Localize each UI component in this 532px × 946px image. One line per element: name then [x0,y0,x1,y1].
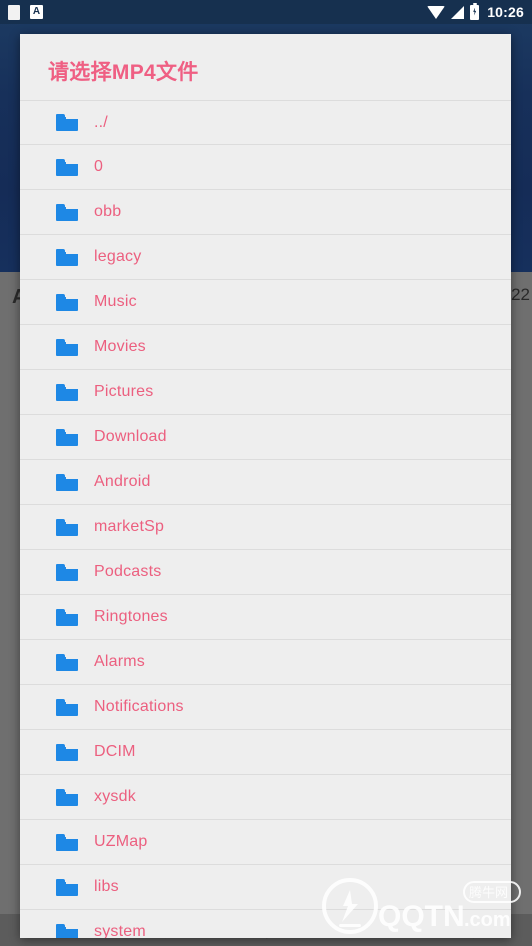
file-list-item-label: UZMap [94,833,148,850]
file-list-item-label: Movies [94,338,146,355]
folder-icon [56,833,78,851]
status-bar-notifications: A [8,0,43,24]
file-list-item-label: Download [94,428,167,445]
file-list-item[interactable]: Music [20,280,511,325]
status-bar-system: 10:26 [427,0,524,24]
folder-icon [56,293,78,311]
a-badge-icon: A [30,5,43,19]
file-list[interactable]: ../ 0 obb legacy Music Movies Pictures Download… [20,100,511,938]
folder-icon [56,653,78,671]
screen: A 322 应用 更多 关于 A 10:26 请选择MP4文件 ../0obbl… [0,0,532,946]
folder-icon [56,338,78,356]
file-list-item-label: Music [94,293,137,310]
file-list-item[interactable]: Download [20,415,511,460]
file-list-item-label: obb [94,203,122,220]
file-list-item-label: Android [94,473,151,490]
file-list-item-label: xysdk [94,788,136,805]
file-list-item[interactable]: UZMap [20,820,511,865]
file-picker-dialog: 请选择MP4文件 ../ 0 obb legacy Music Movies Picture… [20,34,511,938]
file-list-item[interactable]: Android [20,460,511,505]
folder-icon [56,114,78,131]
file-list-item-label: marketSp [94,518,165,535]
file-list-item-label: ../ [94,113,108,131]
folder-icon [56,158,78,176]
file-list-item[interactable]: Ringtones [20,595,511,640]
file-list-item-label: Ringtones [94,608,168,625]
dialog-title: 请选择MP4文件 [48,61,199,84]
folder-icon [56,203,78,221]
file-list-item-label: system [94,923,146,938]
status-bar: A 10:26 [0,0,532,24]
folder-icon [56,878,78,896]
file-list-item-label: legacy [94,248,142,265]
file-list-item[interactable]: xysdk [20,775,511,820]
file-list-item[interactable]: libs [20,865,511,910]
wifi-icon [427,5,446,19]
file-list-item[interactable]: Notifications [20,685,511,730]
file-list-item[interactable]: legacy [20,235,511,280]
folder-icon [56,428,78,446]
folder-icon [56,518,78,536]
file-list-item[interactable]: Podcasts [20,550,511,595]
folder-icon [56,473,78,491]
file-list-item[interactable]: 0 [20,145,511,190]
file-list-item-label: DCIM [94,743,136,760]
file-list-item-label: libs [94,878,119,895]
file-list-item-label: Notifications [94,698,184,715]
file-list-item[interactable]: Pictures [20,370,511,415]
clock-label: 10:26 [487,4,524,20]
battery-icon [470,2,480,20]
file-list-item[interactable]: marketSp [20,505,511,550]
folder-icon [56,923,78,938]
file-list-item[interactable]: obb [20,190,511,235]
file-list-item-label: Pictures [94,383,154,400]
file-list-item[interactable]: Alarms [20,640,511,685]
document-icon [8,4,20,20]
folder-icon [56,248,78,266]
file-list-item[interactable]: ../ [20,100,511,145]
folder-icon [56,743,78,761]
signal-icon [451,5,465,19]
file-list-item-label: 0 [94,158,104,175]
file-list-item[interactable]: system [20,910,511,938]
folder-icon [56,698,78,716]
folder-icon [56,788,78,806]
file-list-item[interactable]: DCIM [20,730,511,775]
file-list-item-label: Podcasts [94,563,162,580]
folder-icon [56,563,78,581]
file-list-item[interactable]: Movies [20,325,511,370]
folder-icon [56,608,78,626]
folder-icon [56,383,78,401]
file-list-item-label: Alarms [94,653,145,670]
